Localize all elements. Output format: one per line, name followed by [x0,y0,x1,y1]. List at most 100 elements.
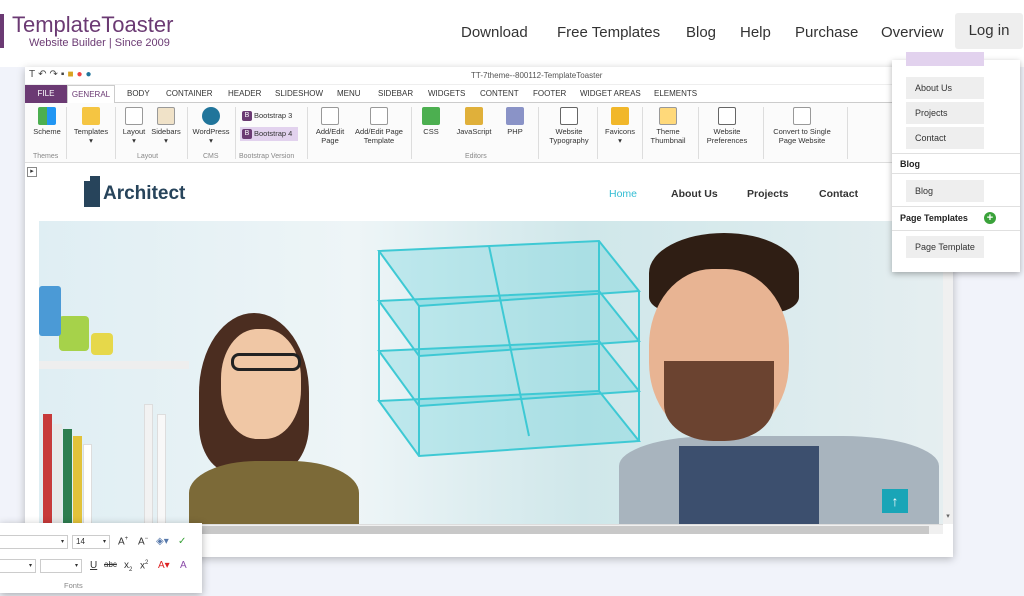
page-item-projects[interactable]: Projects [906,102,984,124]
tab-container[interactable]: CONTAINER [166,89,213,98]
group-editors: Editors [465,153,487,160]
text-icon[interactable]: T [29,69,38,80]
jar-shape [91,333,113,355]
grow-font-icon[interactable]: A+ [118,536,128,547]
book-shape [157,414,166,524]
title-bar: T↶↷▪■●● TT-7theme--800112-TemplateToaste… [25,67,953,85]
tab-file[interactable]: FILE [25,85,67,103]
group-bootstrap-version: Bootstrap Version [239,153,295,160]
divider [892,173,1020,174]
bookshelf [39,361,189,369]
nav-help[interactable]: Help [740,24,771,41]
browser-icon[interactable]: ● [76,69,85,80]
tab-header[interactable]: HEADER [228,89,261,98]
quick-access-toolbar[interactable]: T↶↷▪■●● [29,69,95,80]
convert-single-page-button[interactable]: Convert to Single Page Website [767,107,837,145]
chevron-down-icon: ▾ [60,539,64,545]
preview-nav-home[interactable]: Home [609,188,637,200]
css-button[interactable]: CSS [419,107,443,136]
tab-widgets[interactable]: WIDGETS [428,89,465,98]
add-template-icon[interactable]: + [984,212,996,224]
panel-expand-icon[interactable]: ▸ [27,167,37,177]
javascript-button[interactable]: JavaScript [453,107,495,136]
window-title: TT-7theme--800112-TemplateToaster [471,71,603,80]
design-canvas[interactable]: Architect Home About Us Projects Contact [39,167,943,549]
superscript-icon[interactable]: x2 [140,560,148,571]
add-edit-page-button[interactable]: Add/Edit Page [311,107,349,145]
scheme-button[interactable]: Scheme [31,107,63,136]
strikethrough-icon[interactable]: abc [104,560,117,569]
site-header: TemplateToaster Website Builder | Since … [0,0,1024,67]
wordpress-small-icon[interactable]: ● [86,69,95,80]
tab-body[interactable]: BODY [127,89,150,98]
page-item-selected[interactable] [906,52,984,66]
website-typography-button[interactable]: Website Typography [545,107,593,145]
page-item-contact[interactable]: Contact [906,127,984,149]
page-item-page-template[interactable]: Page Template [906,236,984,258]
login-button[interactable]: Log in [955,13,1023,49]
text-effects-icon[interactable]: A [180,560,187,571]
preview-logo[interactable]: Architect [103,183,185,205]
underline-icon[interactable]: U [90,560,97,571]
page-item-about[interactable]: About Us [906,77,984,99]
preview-nav-about[interactable]: About Us [671,188,718,200]
divider [892,206,1020,207]
pages-panel: About Us Projects Contact Blog Blog Page… [892,52,1020,272]
scroll-to-top-button[interactable]: ↑ [882,489,908,513]
woman-body [189,461,359,524]
preview-nav-projects[interactable]: Projects [747,188,788,200]
nav-download[interactable]: Download [461,24,528,41]
shrink-font-icon[interactable]: A− [138,536,148,547]
sidebars-button[interactable]: Sidebars ▾ [149,107,183,145]
nav-purchase[interactable]: Purchase [795,24,858,41]
blog-heading: Blog [900,159,920,169]
bootstrap3-button[interactable]: B Bootstrap 3 [240,109,298,123]
wordpress-button[interactable]: WordPress ▾ [191,107,231,145]
tab-menu[interactable]: MENU [337,89,361,98]
tab-elements[interactable]: ELEMENTS [654,89,697,98]
preview-header: Architect Home About Us Projects Contact [39,167,943,221]
spacing-select[interactable]: ▾ [40,559,82,573]
tab-content[interactable]: CONTENT [480,89,519,98]
tab-widget-areas[interactable]: WIDGET AREAS [580,89,641,98]
undo-icon[interactable]: ↶ [38,69,49,80]
brand-logo[interactable]: TemplateToaster [12,12,173,38]
nav-overview[interactable]: Overview [881,24,944,41]
font-family-select[interactable]: ▾ [0,535,68,549]
brand-bar [0,14,4,48]
templates-button[interactable]: Templates ▾ [71,107,111,145]
nav-blog[interactable]: Blog [686,24,716,41]
theme-thumbnail-button[interactable]: Theme Thumbnail [647,107,689,145]
sidebars-label: Sidebars [151,127,181,136]
redo-icon[interactable]: ↷ [50,69,61,80]
php-button[interactable]: PHP [503,107,527,136]
templates-icon [82,107,100,125]
bootstrap4-label: Bootstrap 4 [254,129,293,138]
font-color-icon[interactable]: A▾ [158,560,170,571]
style-select[interactable]: ▾ [0,559,36,573]
bootstrap-icon: B [242,129,252,139]
bootstrap3-label: Bootstrap 3 [254,111,293,120]
tab-slideshow[interactable]: SLIDESHOW [275,89,323,98]
tab-general[interactable]: GENERAL [67,85,115,104]
clear-format-icon[interactable]: ✓ [178,536,186,547]
subscript-icon[interactable]: x2 [124,560,132,573]
add-edit-page-template-button[interactable]: Add/Edit Page Template [351,107,407,145]
page-item-blog[interactable]: Blog [906,180,984,202]
nav-free-templates[interactable]: Free Templates [557,24,660,41]
preview-nav-contact[interactable]: Contact [819,188,858,200]
font-size-select[interactable]: 14 ▾ [72,535,110,549]
favicons-button[interactable]: Favicons ▾ [602,107,638,145]
tab-footer[interactable]: FOOTER [533,89,566,98]
wordpress-icon [202,107,220,125]
tab-sidebar[interactable]: SIDEBAR [378,89,413,98]
add-edit-page-label: Add/Edit Page [315,127,345,145]
highlight-icon[interactable]: ◈▾ [156,536,169,547]
bootstrap4-button[interactable]: B Bootstrap 4 [240,127,298,141]
layout-button[interactable]: Layout ▾ [120,107,148,145]
single-page-icon [793,107,811,125]
javascript-label: JavaScript [456,127,492,136]
layout-label: Layout [122,127,146,136]
chevron-down-icon[interactable]: ▾ [943,512,953,522]
website-preferences-button[interactable]: Website Preferences [705,107,749,145]
